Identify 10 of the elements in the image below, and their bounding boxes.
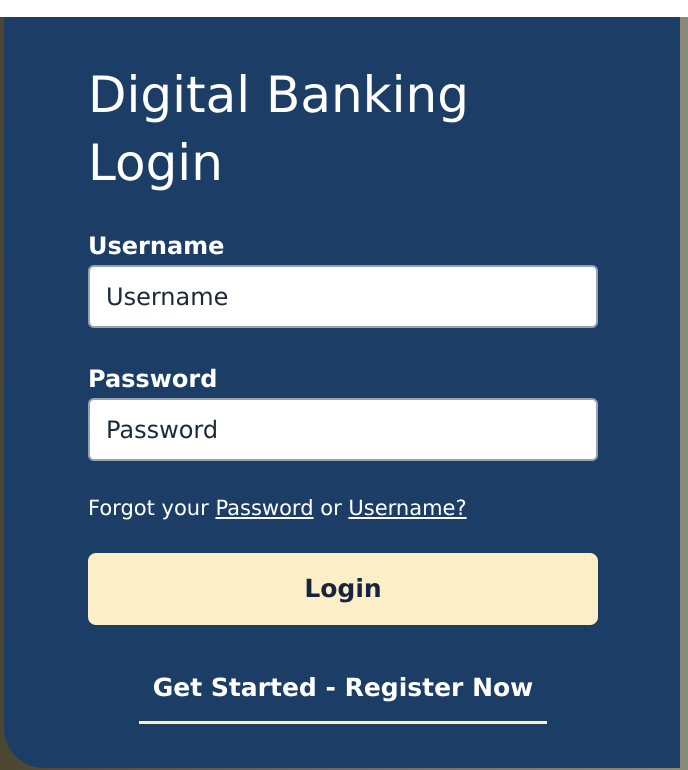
login-button[interactable]: Login bbox=[88, 553, 598, 625]
field-label: Password bbox=[88, 364, 218, 394]
field-label: Username bbox=[88, 231, 226, 261]
input-field[interactable]: Password bbox=[88, 398, 598, 461]
forgot-link[interactable]: Username? bbox=[348, 496, 467, 520]
forgot-link[interactable]: Password bbox=[215, 496, 314, 520]
forgot-credentials-text: Forgot your Password or Username? bbox=[88, 495, 468, 522]
input-field[interactable]: Username bbox=[88, 265, 598, 328]
register-link[interactable]: Get Started - Register Now bbox=[138, 669, 548, 724]
page-title: Digital Banking Login bbox=[88, 65, 470, 194]
